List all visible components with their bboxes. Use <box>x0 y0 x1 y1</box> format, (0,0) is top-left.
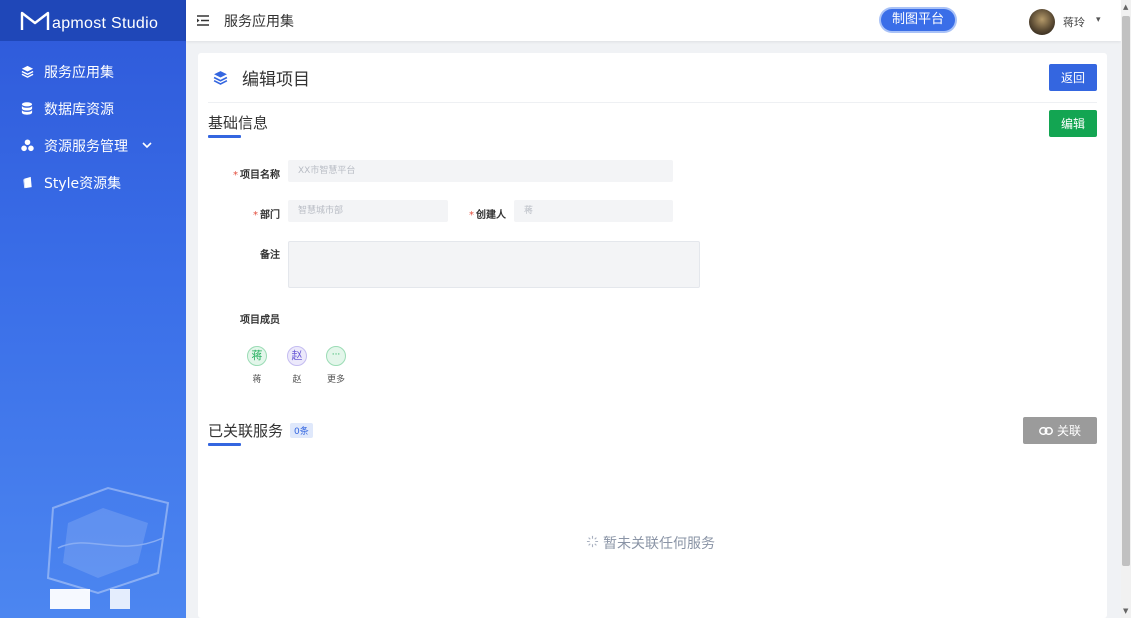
empty-state: 暂未关联任何服务 <box>586 533 715 553</box>
logo-text: apmost Studio <box>52 14 159 32</box>
caret-down-icon[interactable]: ▾ <box>1096 15 1101 25</box>
empty-text: 暂未关联任何服务 <box>603 536 715 552</box>
sidebar-item-label: 服务应用集 <box>44 64 114 81</box>
project-name-field[interactable]: XX市智慧平台 <box>288 160 673 182</box>
sidebar-item-label: Style资源集 <box>44 175 122 192</box>
member-avatar: 赵 <box>287 346 307 366</box>
members-label: 项目成员 <box>240 315 280 326</box>
section-basic-info: 基础信息 <box>208 112 269 138</box>
back-button[interactable]: 返回 <box>1049 64 1097 91</box>
section-linked-services: 已关联服务 0条 <box>208 420 313 446</box>
department-label: * 部门 <box>253 210 280 221</box>
sidebar-item-style[interactable]: Style资源集 <box>0 164 186 201</box>
edit-project-card: 编辑项目 返回 基础信息 编辑 * 项目名称 XX市智慧平台 * 部门 智慧城市部 … <box>198 53 1107 618</box>
required-mark: * <box>469 210 474 221</box>
scroll-up-icon[interactable]: ▲ <box>1123 3 1128 11</box>
decor-square <box>110 589 130 609</box>
decor-square <box>50 589 90 609</box>
required-mark: * <box>233 170 238 181</box>
page-breadcrumb: 服务应用集 <box>224 13 294 30</box>
sidebar-item-label: 数据库资源 <box>44 101 114 118</box>
section-title: 已关联服务 <box>208 422 284 440</box>
platform-badge[interactable]: 制图平台 <box>881 9 956 31</box>
layers-icon <box>213 70 229 86</box>
required-mark: * <box>253 210 258 221</box>
more-members-button[interactable]: ··· 更多 <box>316 346 356 385</box>
section-underline <box>208 135 241 138</box>
sidebar-item-resource-services[interactable]: 资源服务管理 <box>0 127 186 164</box>
link-label: 关联 <box>1056 424 1081 438</box>
logo-m-icon <box>20 11 50 30</box>
scroll-down-icon[interactable]: ▼ <box>1123 607 1128 615</box>
scrollbar[interactable]: ▲ ▼ <box>1121 0 1131 618</box>
style-icon <box>20 176 34 190</box>
sparkle-icon <box>586 535 599 552</box>
database-icon <box>20 102 34 116</box>
creator-field[interactable]: 蒋 <box>514 200 673 222</box>
count-badge: 0条 <box>290 423 313 438</box>
remark-label: 备注 <box>260 250 280 261</box>
edit-button[interactable]: 编辑 <box>1049 110 1097 137</box>
page-title: 编辑项目 <box>242 70 310 90</box>
link-service-button[interactable]: 关联 <box>1023 417 1097 444</box>
section-underline <box>208 443 241 446</box>
sidebar-item-database[interactable]: 数据库资源 <box>0 90 186 127</box>
layers-icon <box>20 65 34 79</box>
remark-textarea[interactable] <box>288 241 700 288</box>
member-name: 赵 <box>292 375 302 385</box>
sidebar-item-label: 资源服务管理 <box>44 138 128 155</box>
avatar[interactable] <box>1029 9 1055 35</box>
topbar: 服务应用集 制图平台 蒋玲 ▾ <box>186 0 1121 41</box>
sidebar: apmost Studio 服务应用集 数据库资源 资源服务管理 Style资源… <box>0 0 186 618</box>
sidebar-menu: 服务应用集 数据库资源 资源服务管理 Style资源集 <box>0 41 186 201</box>
chevron-down-icon[interactable] <box>142 139 152 152</box>
sidebar-item-service-apps[interactable]: 服务应用集 <box>0 53 186 90</box>
section-title: 基础信息 <box>208 114 269 132</box>
more-icon: ··· <box>326 346 346 366</box>
user-name[interactable]: 蒋玲 <box>1063 14 1085 30</box>
cluster-icon <box>20 139 34 153</box>
creator-label: * 创建人 <box>469 210 506 221</box>
card-header: 编辑项目 <box>208 53 1097 103</box>
link-icon <box>1039 426 1053 435</box>
member-name: 蒋 <box>252 375 262 385</box>
member-name: 更多 <box>326 375 345 385</box>
member-item[interactable]: 赵 赵 <box>277 346 317 385</box>
department-field[interactable]: 智慧城市部 <box>288 200 448 222</box>
menu-collapse-icon[interactable] <box>197 11 211 30</box>
logo[interactable]: apmost Studio <box>0 0 186 41</box>
project-name-label: * 项目名称 <box>233 170 280 181</box>
member-item[interactable]: 蒋 蒋 <box>237 346 277 385</box>
member-avatar: 蒋 <box>247 346 267 366</box>
scroll-thumb[interactable] <box>1122 16 1130 566</box>
